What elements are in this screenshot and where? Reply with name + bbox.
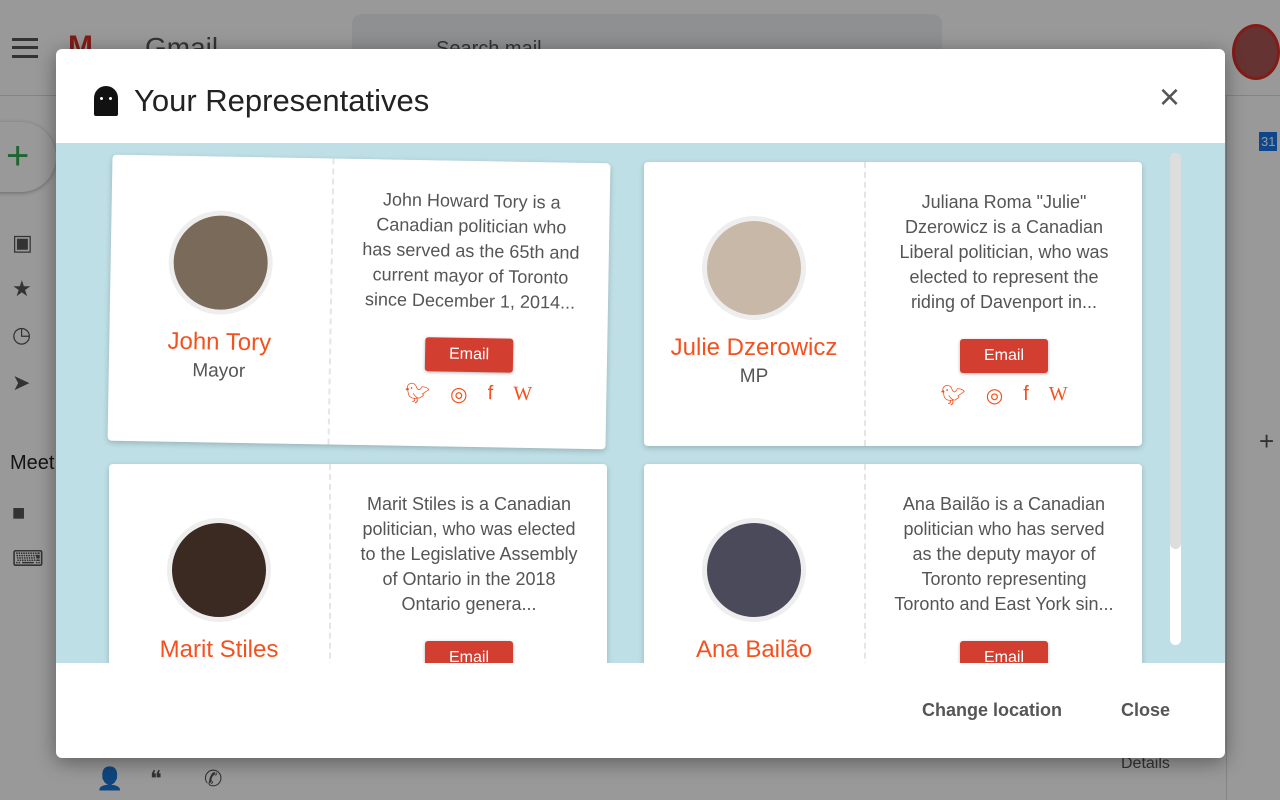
change-location-button[interactable]: Change location [922,700,1062,721]
scrollbar-thumb[interactable] [1170,153,1181,549]
instagram-icon[interactable]: ◎ [450,382,468,407]
rep-photo [702,216,806,320]
rep-card: John Tory Mayor John Howard Tory is a Ca… [107,154,611,450]
rep-description: Juliana Roma "Julie" Dzerowicz is a Cana… [899,192,1109,312]
dialog-title: Your Representatives [134,83,430,118]
email-button[interactable]: Email [424,337,514,373]
facebook-icon[interactable]: f [1023,383,1029,408]
rep-name: John Tory [167,327,272,357]
facebook-icon[interactable]: f [487,382,493,407]
wikipedia-icon[interactable]: W [1049,383,1068,408]
rep-name: Ana Bailão [695,636,813,663]
rep-role: MP [739,366,769,387]
rep-name: Marit Stiles [159,636,279,663]
email-button[interactable]: Email [959,641,1048,663]
dialog-header: Your Representatives × [56,49,1225,143]
close-icon[interactable]: × [1159,79,1180,115]
representatives-list: John Tory Mayor John Howard Tory is a Ca… [56,143,1225,663]
twitter-icon[interactable]: 🐦︎ [405,381,431,406]
rep-name: Julie Dzerowicz [670,334,838,361]
email-button[interactable]: Email [424,641,513,663]
rep-description: John Howard Tory is a Canadian politicia… [362,189,580,313]
close-button[interactable]: Close [1121,700,1170,721]
rep-card: Marit Stiles Marit Stiles is a Canadian … [109,464,607,663]
rep-description: Marit Stiles is a Canadian politician, w… [360,494,578,614]
rep-photo [702,518,806,622]
rep-card: Ana Bailão Ana Bailão is a Canadian poli… [644,464,1142,663]
rep-photo [167,518,271,622]
rep-card: Julie Dzerowicz MP Juliana Roma "Julie" … [644,162,1142,446]
instagram-icon[interactable]: ◎ [986,383,1003,408]
rep-description: Ana Bailão is a Canadian politician who … [894,494,1114,614]
rep-photo [167,209,274,316]
ghost-logo-icon [94,86,118,116]
rep-role: Mayor [192,360,246,383]
scrollbar[interactable] [1170,153,1181,645]
twitter-icon[interactable]: 🐦︎ [940,383,965,408]
wikipedia-icon[interactable]: W [513,383,532,408]
email-button[interactable]: Email [959,339,1048,373]
representatives-dialog: Your Representatives × John Tory Mayor J… [56,49,1225,758]
